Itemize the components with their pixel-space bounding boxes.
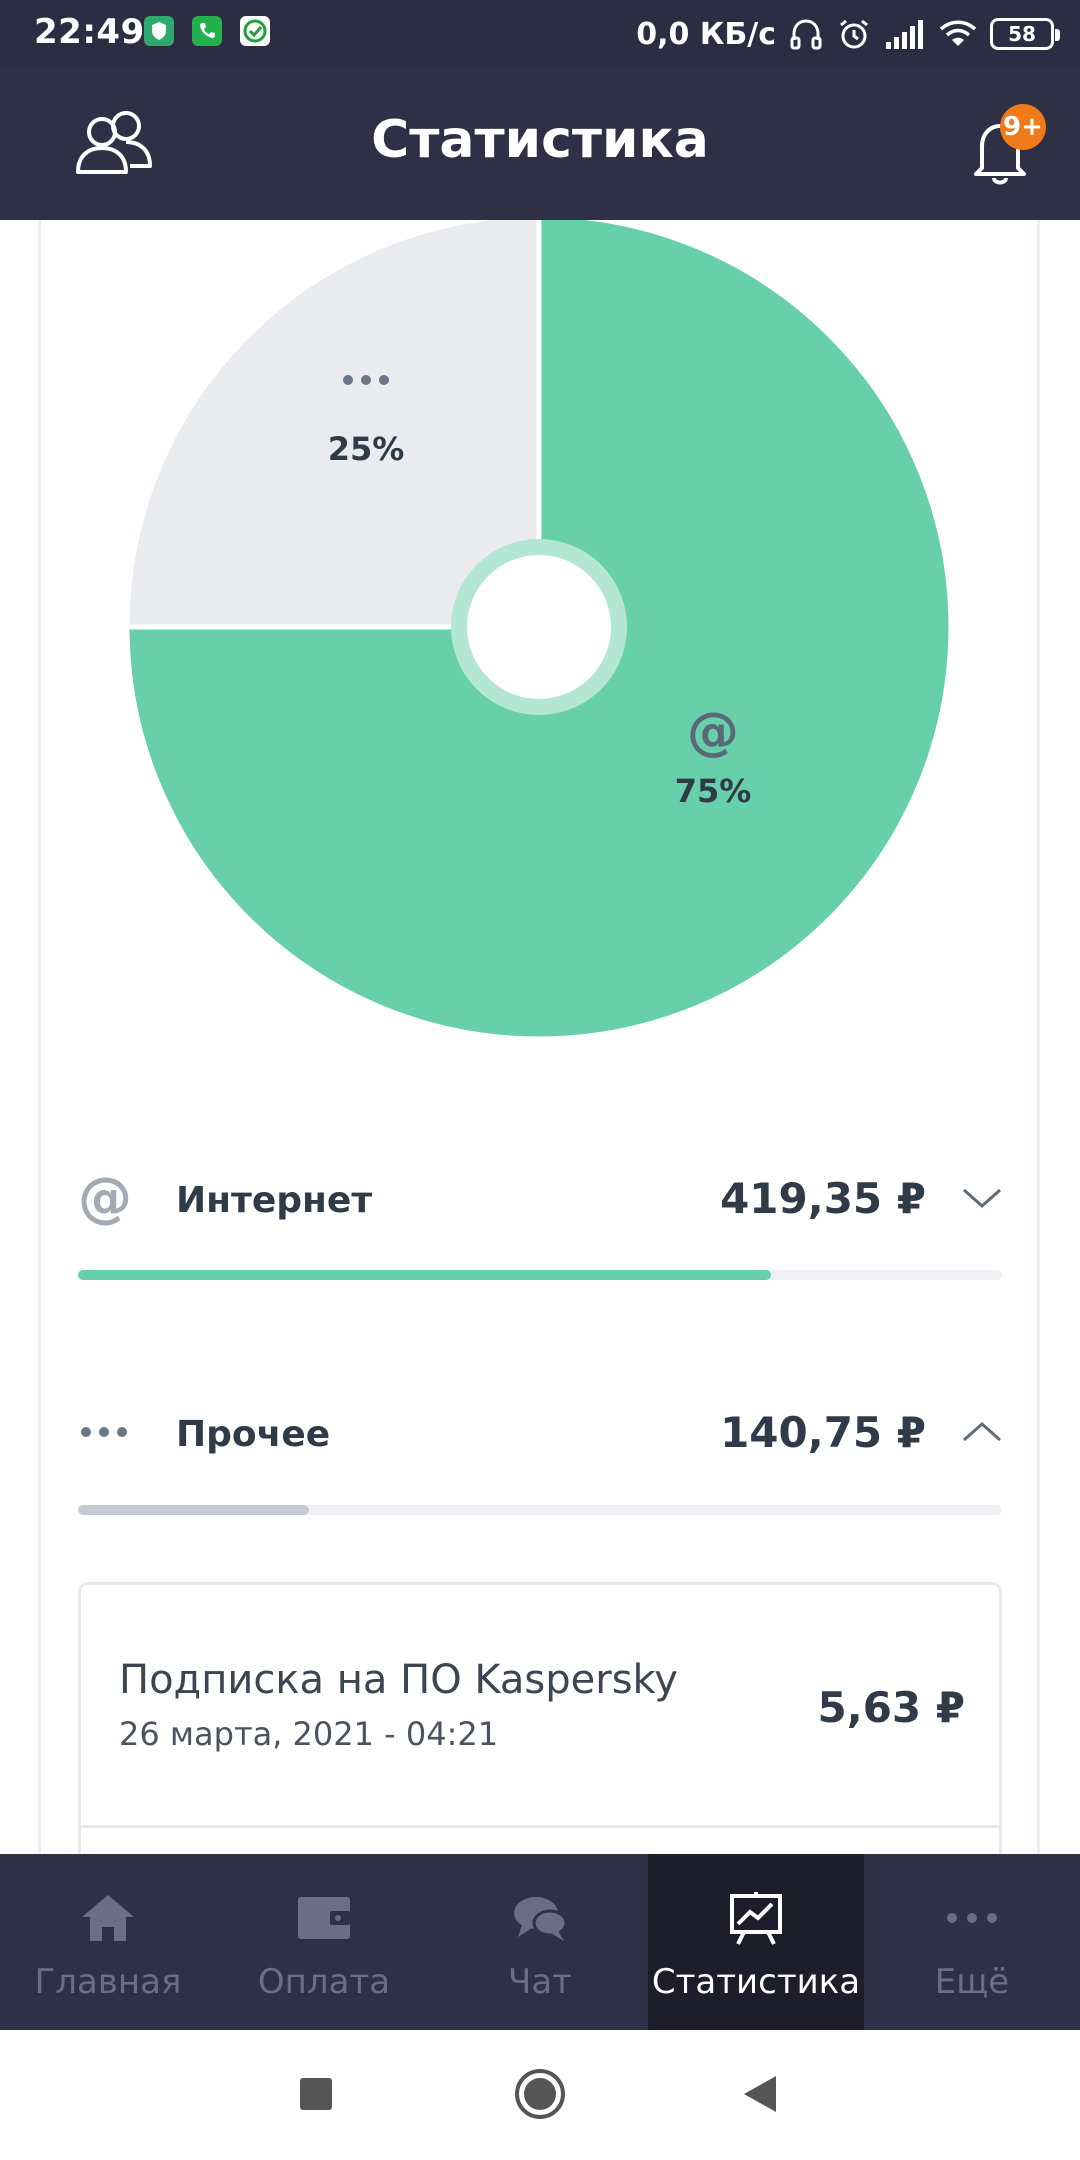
phone-app-icon — [192, 16, 222, 46]
nav-more[interactable]: Ещё — [864, 1854, 1080, 2030]
alarm-icon — [840, 19, 868, 49]
nav-home[interactable]: Главная — [0, 1854, 216, 2030]
nav-statistics[interactable]: Статистика — [648, 1854, 864, 2030]
chat-icon — [514, 1897, 568, 1941]
wifi-icon — [939, 20, 977, 46]
home-icon — [82, 1895, 134, 1941]
notification-badge: 9+ — [1000, 104, 1046, 150]
back-button[interactable] — [740, 2072, 780, 2116]
statistics-content: 25% @ 75% @ Интернет 419,35 ₽ Прочее 140… — [0, 220, 1080, 1854]
category-row-internet[interactable]: @ Интернет 419,35 ₽ — [78, 1160, 1002, 1250]
shield-app-icon — [144, 16, 174, 46]
nav-label: Чат — [508, 1962, 572, 2002]
category-amount: 419,35 ₽ — [720, 1174, 926, 1223]
check-app-icon — [240, 16, 270, 46]
nav-label: Главная — [34, 1962, 182, 2002]
status-time: 22:49 — [34, 12, 145, 52]
bottom-navigation: Главная Оплата Чат Статистика Ещё — [0, 1854, 1080, 2030]
system-navigation — [0, 2030, 1080, 2160]
net-speed: 0,0 КБ/с — [636, 16, 776, 52]
chart-board-icon — [730, 1892, 782, 1945]
category-label: Прочее — [176, 1414, 331, 1455]
pie-chart[interactable] — [124, 220, 954, 1042]
transaction-title: Подписка на ПО Kaspersky — [119, 1657, 678, 1703]
app-header: Статистика 9+ — [0, 66, 1080, 220]
category-progress-other — [78, 1505, 1002, 1515]
chevron-up-icon[interactable] — [962, 1412, 1002, 1452]
nav-label: Оплата — [257, 1962, 391, 2002]
battery-icon: 58 — [990, 18, 1060, 50]
headphones-icon — [790, 19, 822, 50]
at-sign-icon: @ — [78, 1166, 132, 1229]
transaction-card[interactable]: Подписка на ПО Kaspersky 26 марта, 2021 … — [78, 1582, 1002, 1854]
chevron-down-icon[interactable] — [962, 1178, 1002, 1218]
pie-center-hole — [467, 555, 611, 699]
transaction-amount: 5,63 ₽ — [817, 1683, 965, 1732]
category-amount: 140,75 ₽ — [720, 1408, 926, 1457]
category-progress-internet — [78, 1270, 1002, 1280]
home-system-button[interactable] — [513, 2067, 567, 2121]
transaction-divider — [81, 1825, 999, 1828]
recents-button[interactable] — [296, 2074, 336, 2114]
slice-label-internet: 75% — [674, 772, 752, 810]
slice-icon-internet: @ — [687, 702, 739, 762]
more-dots-icon — [78, 1404, 134, 1460]
category-row-other[interactable]: Прочее 140,75 ₽ — [78, 1394, 1002, 1484]
category-label: Интернет — [176, 1180, 373, 1221]
signal-icon — [886, 20, 923, 49]
nav-chat[interactable]: Чат — [432, 1854, 648, 2030]
notifications-button[interactable]: 9+ — [970, 100, 1050, 190]
nav-label: Статистика — [651, 1962, 861, 2002]
nav-label: Ещё — [934, 1962, 1010, 2002]
slice-icon-other — [306, 370, 426, 394]
status-right-group: 0,0 КБ/с 58 — [636, 12, 1060, 56]
status-bar: 22:49 0,0 КБ/с 58 — [0, 0, 1080, 66]
battery-level: 58 — [1008, 22, 1036, 46]
category-progress-fill — [78, 1270, 771, 1280]
wallet-icon — [298, 1897, 350, 1939]
page-title: Статистика — [371, 110, 709, 170]
nav-payment[interactable]: Оплата — [216, 1854, 432, 2030]
slice-label-other: 25% — [327, 430, 405, 468]
transaction-date: 26 марта, 2021 - 04:21 — [119, 1715, 499, 1753]
category-progress-fill — [78, 1505, 309, 1515]
more-dots-icon — [947, 1913, 997, 1923]
